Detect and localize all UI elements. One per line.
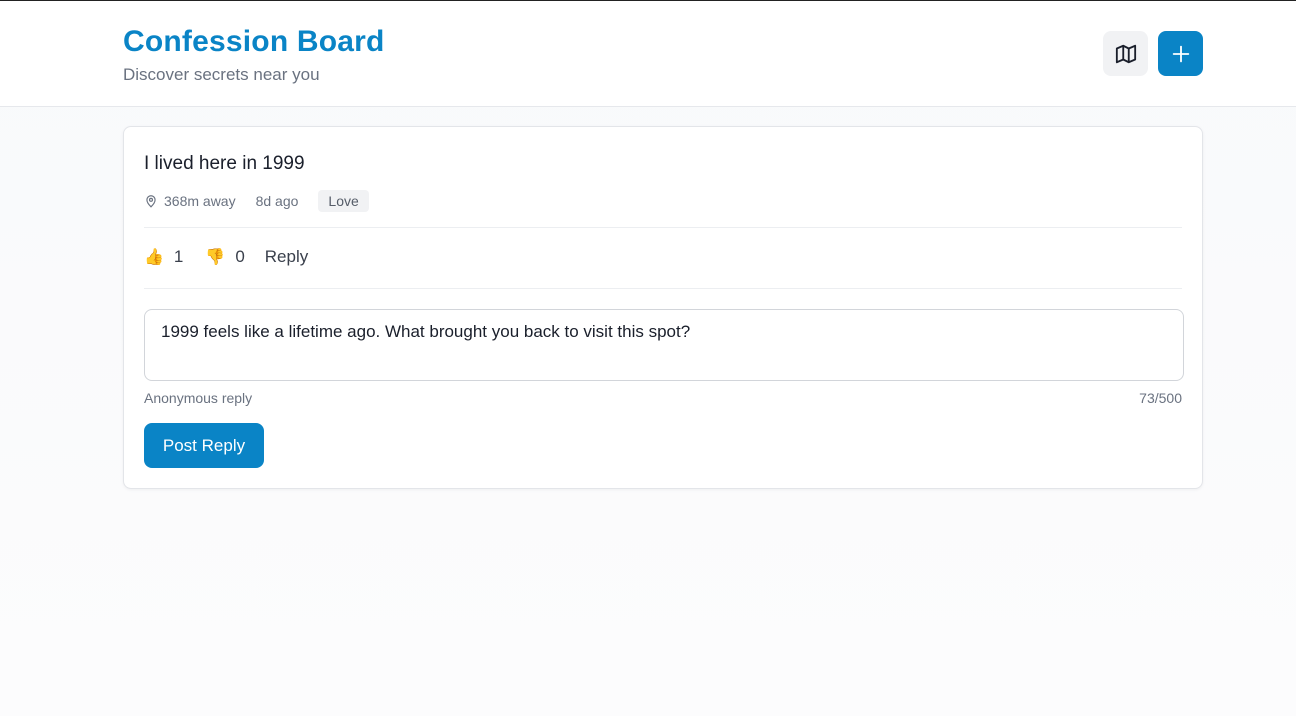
- new-confession-button[interactable]: [1158, 31, 1203, 76]
- location-pin-icon: [146, 195, 156, 208]
- char-counter: 73/500: [1139, 390, 1182, 406]
- reply-button[interactable]: Reply: [265, 247, 308, 267]
- distance-info: 368m away: [144, 193, 236, 209]
- app-subtitle: Discover secrets near you: [123, 65, 320, 84]
- map-icon: [1115, 44, 1136, 63]
- downvote-button[interactable]: 👎 0: [205, 247, 244, 267]
- divider: [144, 227, 1182, 228]
- time-ago: 8d ago: [255, 193, 299, 209]
- thumbs-up-icon: 👍: [144, 249, 164, 266]
- category-tag: Love: [318, 190, 369, 212]
- divider: [144, 288, 1182, 289]
- confession-card: I lived here in 1999 368m away 8d ago Lo…: [123, 126, 1203, 489]
- confession-actions: 👍 1 👎 0 Reply: [144, 245, 308, 269]
- distance-text: 368m away: [164, 193, 236, 209]
- confession-meta: 368m away 8d ago Love: [144, 189, 369, 213]
- app-header: Confession Board Discover secrets near y…: [0, 1, 1296, 107]
- anonymous-label: Anonymous reply: [144, 390, 253, 406]
- confession-text: I lived here in 1999: [144, 153, 305, 174]
- thumbs-down-icon: 👎: [205, 249, 226, 266]
- upvote-button[interactable]: 👍 1: [144, 247, 183, 267]
- map-view-button[interactable]: [1103, 31, 1148, 76]
- post-reply-button[interactable]: Post Reply: [144, 423, 264, 468]
- downvote-count: 0: [235, 247, 245, 266]
- app-title: Confession Board: [123, 25, 385, 58]
- upvote-count: 1: [173, 247, 184, 266]
- reply-info: Anonymous reply 73/500: [144, 390, 1182, 406]
- reply-input[interactable]: 1999 feels like a lifetime ago. What bro…: [144, 309, 1184, 381]
- plus-icon: [1172, 45, 1189, 62]
